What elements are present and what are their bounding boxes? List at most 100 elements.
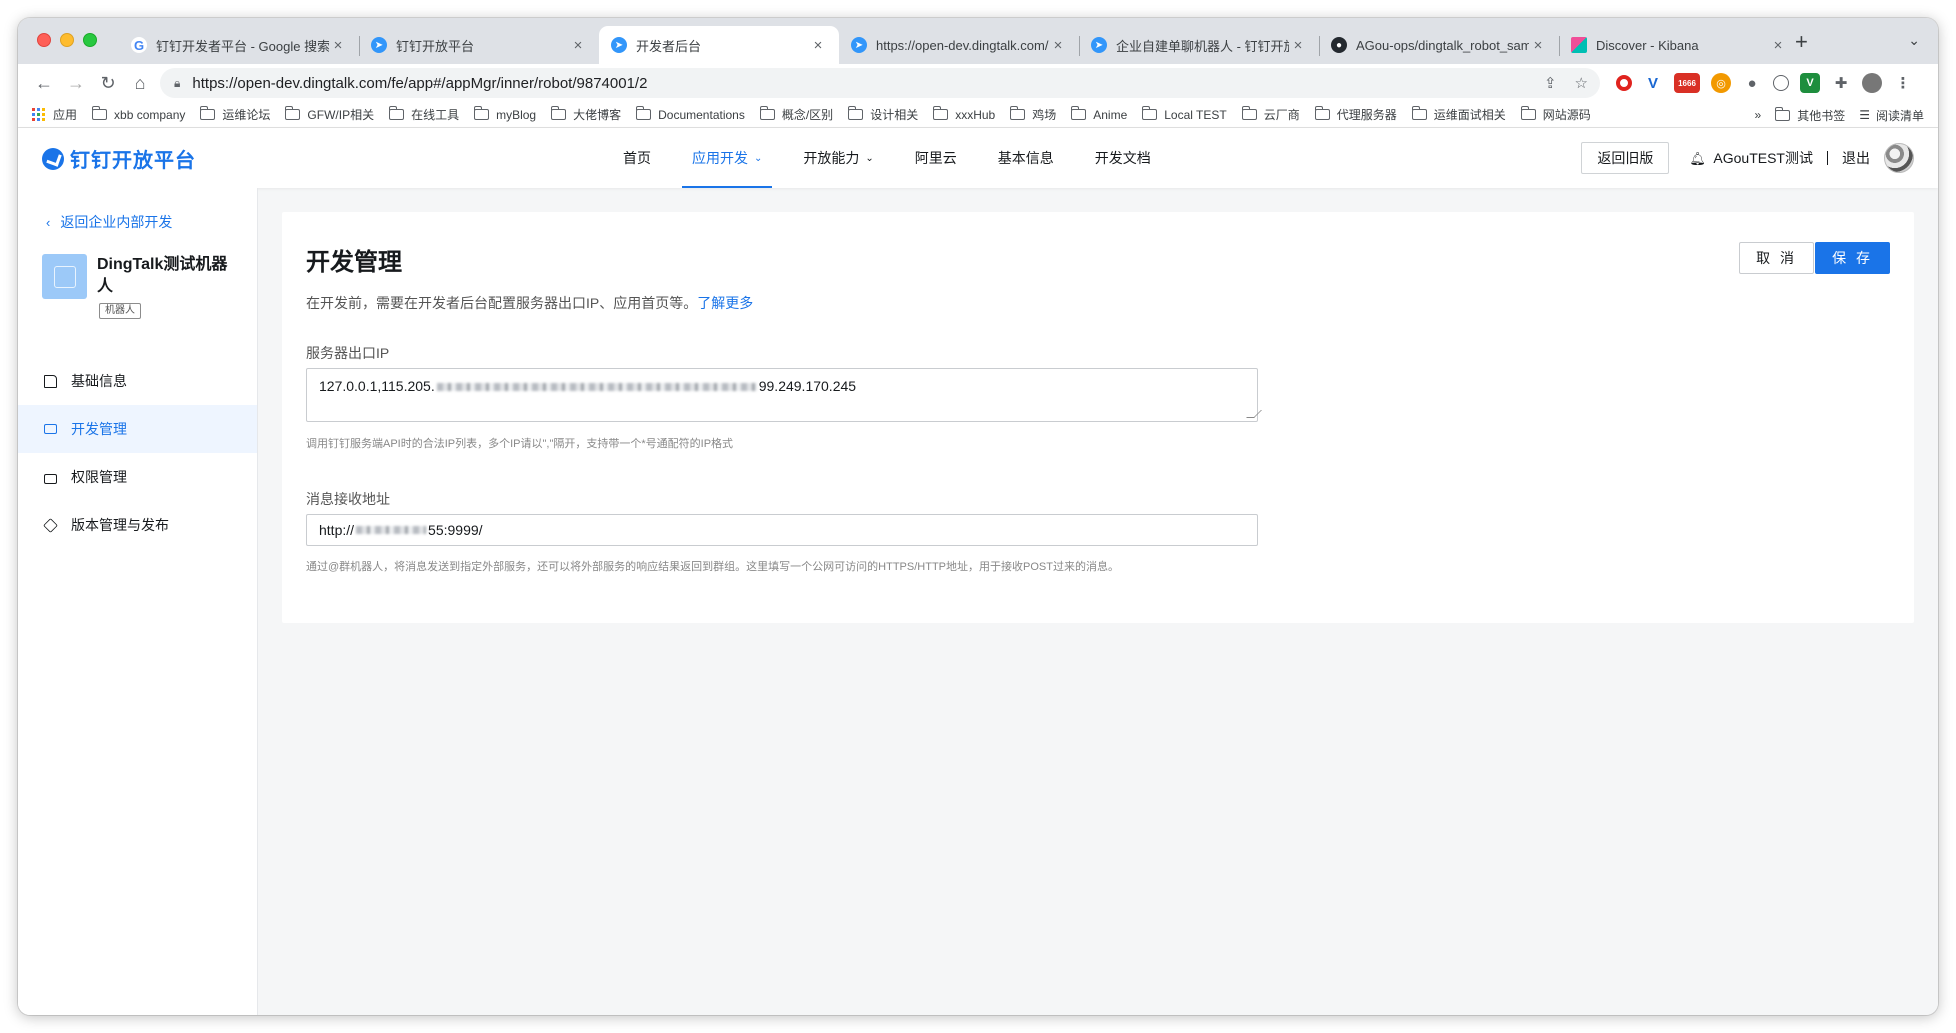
cancel-button[interactable]: 取 消: [1739, 242, 1814, 274]
avatar[interactable]: [1884, 143, 1914, 173]
bookmark-folder[interactable]: 鸡场: [1010, 106, 1056, 123]
close-tab-icon[interactable]: ×: [569, 37, 587, 54]
home-icon[interactable]: ⌂: [128, 71, 152, 95]
bookmark-folder[interactable]: myBlog: [474, 106, 537, 122]
dingtalk-logo[interactable]: 钉钉开放平台: [42, 144, 196, 173]
bookmark-folder[interactable]: 在线工具: [389, 106, 459, 123]
menu-label: 开放能力: [803, 150, 860, 166]
bookmark-folder[interactable]: 运维论坛: [200, 106, 270, 123]
vue-extension-icon[interactable]: V: [1643, 73, 1663, 93]
dingtalk-icon: ➤: [371, 37, 387, 53]
browser-tab[interactable]: ● AGou-ops/dingtalk_robot_sam ×: [1319, 26, 1559, 64]
app-name: DingTalk测试机器人: [97, 256, 228, 295]
sidebar-item-dev-management[interactable]: 开发管理: [18, 405, 257, 453]
tab-search-chevron-icon[interactable]: ⌄: [1908, 32, 1920, 49]
v-extension-icon[interactable]: V: [1800, 73, 1820, 93]
lock-icon: 🔒︎: [174, 75, 181, 90]
logout-link[interactable]: 退出: [1842, 148, 1870, 168]
sidebar-item-basic-info[interactable]: 基础信息: [18, 357, 257, 405]
bulb-extension-icon[interactable]: ●: [1742, 73, 1762, 93]
save-button[interactable]: 保 存: [1815, 242, 1890, 274]
close-tab-icon[interactable]: ×: [1529, 37, 1547, 54]
folder-icon: [285, 106, 301, 120]
bookmark-folder[interactable]: 云厂商: [1241, 106, 1300, 123]
browser-tab-active[interactable]: ➤ 开发者后台 ×: [599, 26, 839, 64]
bookmark-folder[interactable]: xbb company: [92, 106, 185, 122]
bookmark-apps[interactable]: 应用: [32, 106, 77, 123]
user-name[interactable]: AGouTEST测试: [1713, 148, 1813, 168]
sidebar-item-label: 权限管理: [71, 469, 127, 485]
header-actions: 返回旧版 🔔︎ AGouTEST测试 退出: [1581, 128, 1914, 188]
mail-extension-icon[interactable]: 1666: [1674, 73, 1700, 93]
url-value-prefix: http://: [319, 522, 355, 538]
browser-tab[interactable]: ➤ 企业自建单聊机器人 - 钉钉开放 ×: [1079, 26, 1319, 64]
bookmark-folder[interactable]: 网站源码: [1520, 106, 1591, 123]
minimize-window-button[interactable]: [60, 33, 74, 47]
server-ip-hint: 调用钉钉服务端API时的合法IP列表，多个IP请以","隔开，支持带一个*号通配…: [306, 438, 734, 450]
back-to-internal-dev-link[interactable]: ‹ 返回企业内部开发: [46, 212, 172, 232]
bookmark-folder[interactable]: 大佬博客: [551, 106, 621, 123]
reload-icon[interactable]: ↻: [96, 71, 120, 95]
bookmark-folder[interactable]: 设计相关: [848, 106, 918, 123]
browser-tab[interactable]: ➤ 钉钉开放平台 ×: [359, 26, 599, 64]
resize-handle[interactable]: [1246, 410, 1262, 418]
address-bar[interactable]: 🔒︎ https://open-dev.dingtalk.com/fe/app#…: [160, 68, 1600, 98]
menu-item-open-capabilities[interactable]: 开放能力 ⌄: [793, 128, 883, 188]
new-tab-icon[interactable]: +: [1795, 31, 1808, 53]
close-tab-icon[interactable]: ×: [1769, 37, 1787, 54]
close-tab-icon[interactable]: ×: [329, 37, 347, 54]
bookmark-folder[interactable]: 运维面试相关: [1411, 106, 1506, 123]
folder-icon: [474, 106, 490, 120]
message-url-input[interactable]: http:// 55:9999/: [306, 514, 1258, 546]
close-tab-icon[interactable]: ×: [1289, 37, 1307, 54]
forward-arrow-icon[interactable]: →: [64, 71, 88, 95]
menu-item-home[interactable]: 首页: [613, 128, 661, 188]
browser-tab[interactable]: G 钉钉开发者平台 - Google 搜索 ×: [119, 26, 359, 64]
folder-icon: [933, 106, 949, 120]
bookmark-folder[interactable]: Anime: [1071, 106, 1127, 122]
sidebar-item-permissions[interactable]: 权限管理: [18, 453, 257, 501]
profile-avatar[interactable]: [1862, 73, 1882, 93]
tampermonkey-icon[interactable]: ◎: [1711, 73, 1731, 93]
tab-title: 开发者后台: [636, 38, 702, 54]
chevron-down-icon: ⌄: [754, 152, 763, 164]
server-ip-textarea[interactable]: 127.0.0.1,115.205. 99.249.170.245: [306, 368, 1262, 422]
sidebar-item-versions[interactable]: 版本管理与发布: [18, 501, 257, 549]
back-arrow-icon[interactable]: ←: [32, 71, 56, 95]
close-tab-icon[interactable]: ×: [1049, 37, 1067, 54]
other-bookmarks[interactable]: 其他书签: [1775, 106, 1845, 124]
dingtalk-logo-icon: [42, 147, 64, 170]
bookmark-folder[interactable]: Documentations: [636, 106, 745, 122]
bookmark-folder[interactable]: 概念/区别: [759, 106, 833, 123]
close-tab-icon[interactable]: ×: [809, 37, 827, 54]
share-icon[interactable]: ⇪: [1544, 74, 1557, 92]
old-version-button[interactable]: 返回旧版: [1581, 142, 1670, 174]
close-window-button[interactable]: [37, 33, 51, 47]
opera-extension-icon[interactable]: [1616, 75, 1632, 91]
bookmark-label: 阅读清单: [1875, 108, 1924, 123]
folder-icon: [848, 106, 864, 120]
menu-item-app-dev[interactable]: 应用开发 ⌄: [682, 128, 773, 188]
menu-item-basic-info[interactable]: 基本信息: [988, 128, 1064, 188]
kebab-menu-icon[interactable]: ⋮: [1893, 73, 1913, 93]
bookmark-star-icon[interactable]: ☆: [1575, 74, 1588, 92]
kibana-icon: [1571, 37, 1587, 53]
more-bookmarks-chevron[interactable]: »: [1755, 108, 1762, 122]
bookmarks-bar: 应用 xbb company 运维论坛 GFW/IP相关 在线工具 myBlog…: [18, 102, 1938, 128]
bookmark-folder[interactable]: Local TEST: [1142, 106, 1227, 122]
browser-tab[interactable]: ➤ https://open-dev.dingtalk.com/ ×: [839, 26, 1079, 64]
zoom-window-button[interactable]: [83, 33, 97, 47]
magnifier-extension-icon[interactable]: [1773, 75, 1789, 91]
learn-more-link[interactable]: 了解更多: [697, 295, 753, 311]
bookmark-folder[interactable]: 代理服务器: [1314, 106, 1397, 123]
browser-tab[interactable]: Discover - Kibana ×: [1559, 26, 1799, 64]
menu-item-docs[interactable]: 开发文档: [1085, 128, 1161, 188]
menu-item-aliyun[interactable]: 阿里云: [905, 128, 967, 188]
reading-list[interactable]: ☰ 阅读清单: [1859, 107, 1924, 124]
puzzle-extensions-icon[interactable]: ✚: [1831, 73, 1851, 93]
bookmark-folder[interactable]: xxxHub: [933, 106, 995, 122]
bookmark-label: 运维论坛: [222, 108, 271, 122]
bookmark-folder[interactable]: GFW/IP相关: [285, 106, 374, 123]
bookmark-label: myBlog: [496, 107, 537, 122]
bell-icon[interactable]: 🔔︎: [1689, 151, 1706, 166]
